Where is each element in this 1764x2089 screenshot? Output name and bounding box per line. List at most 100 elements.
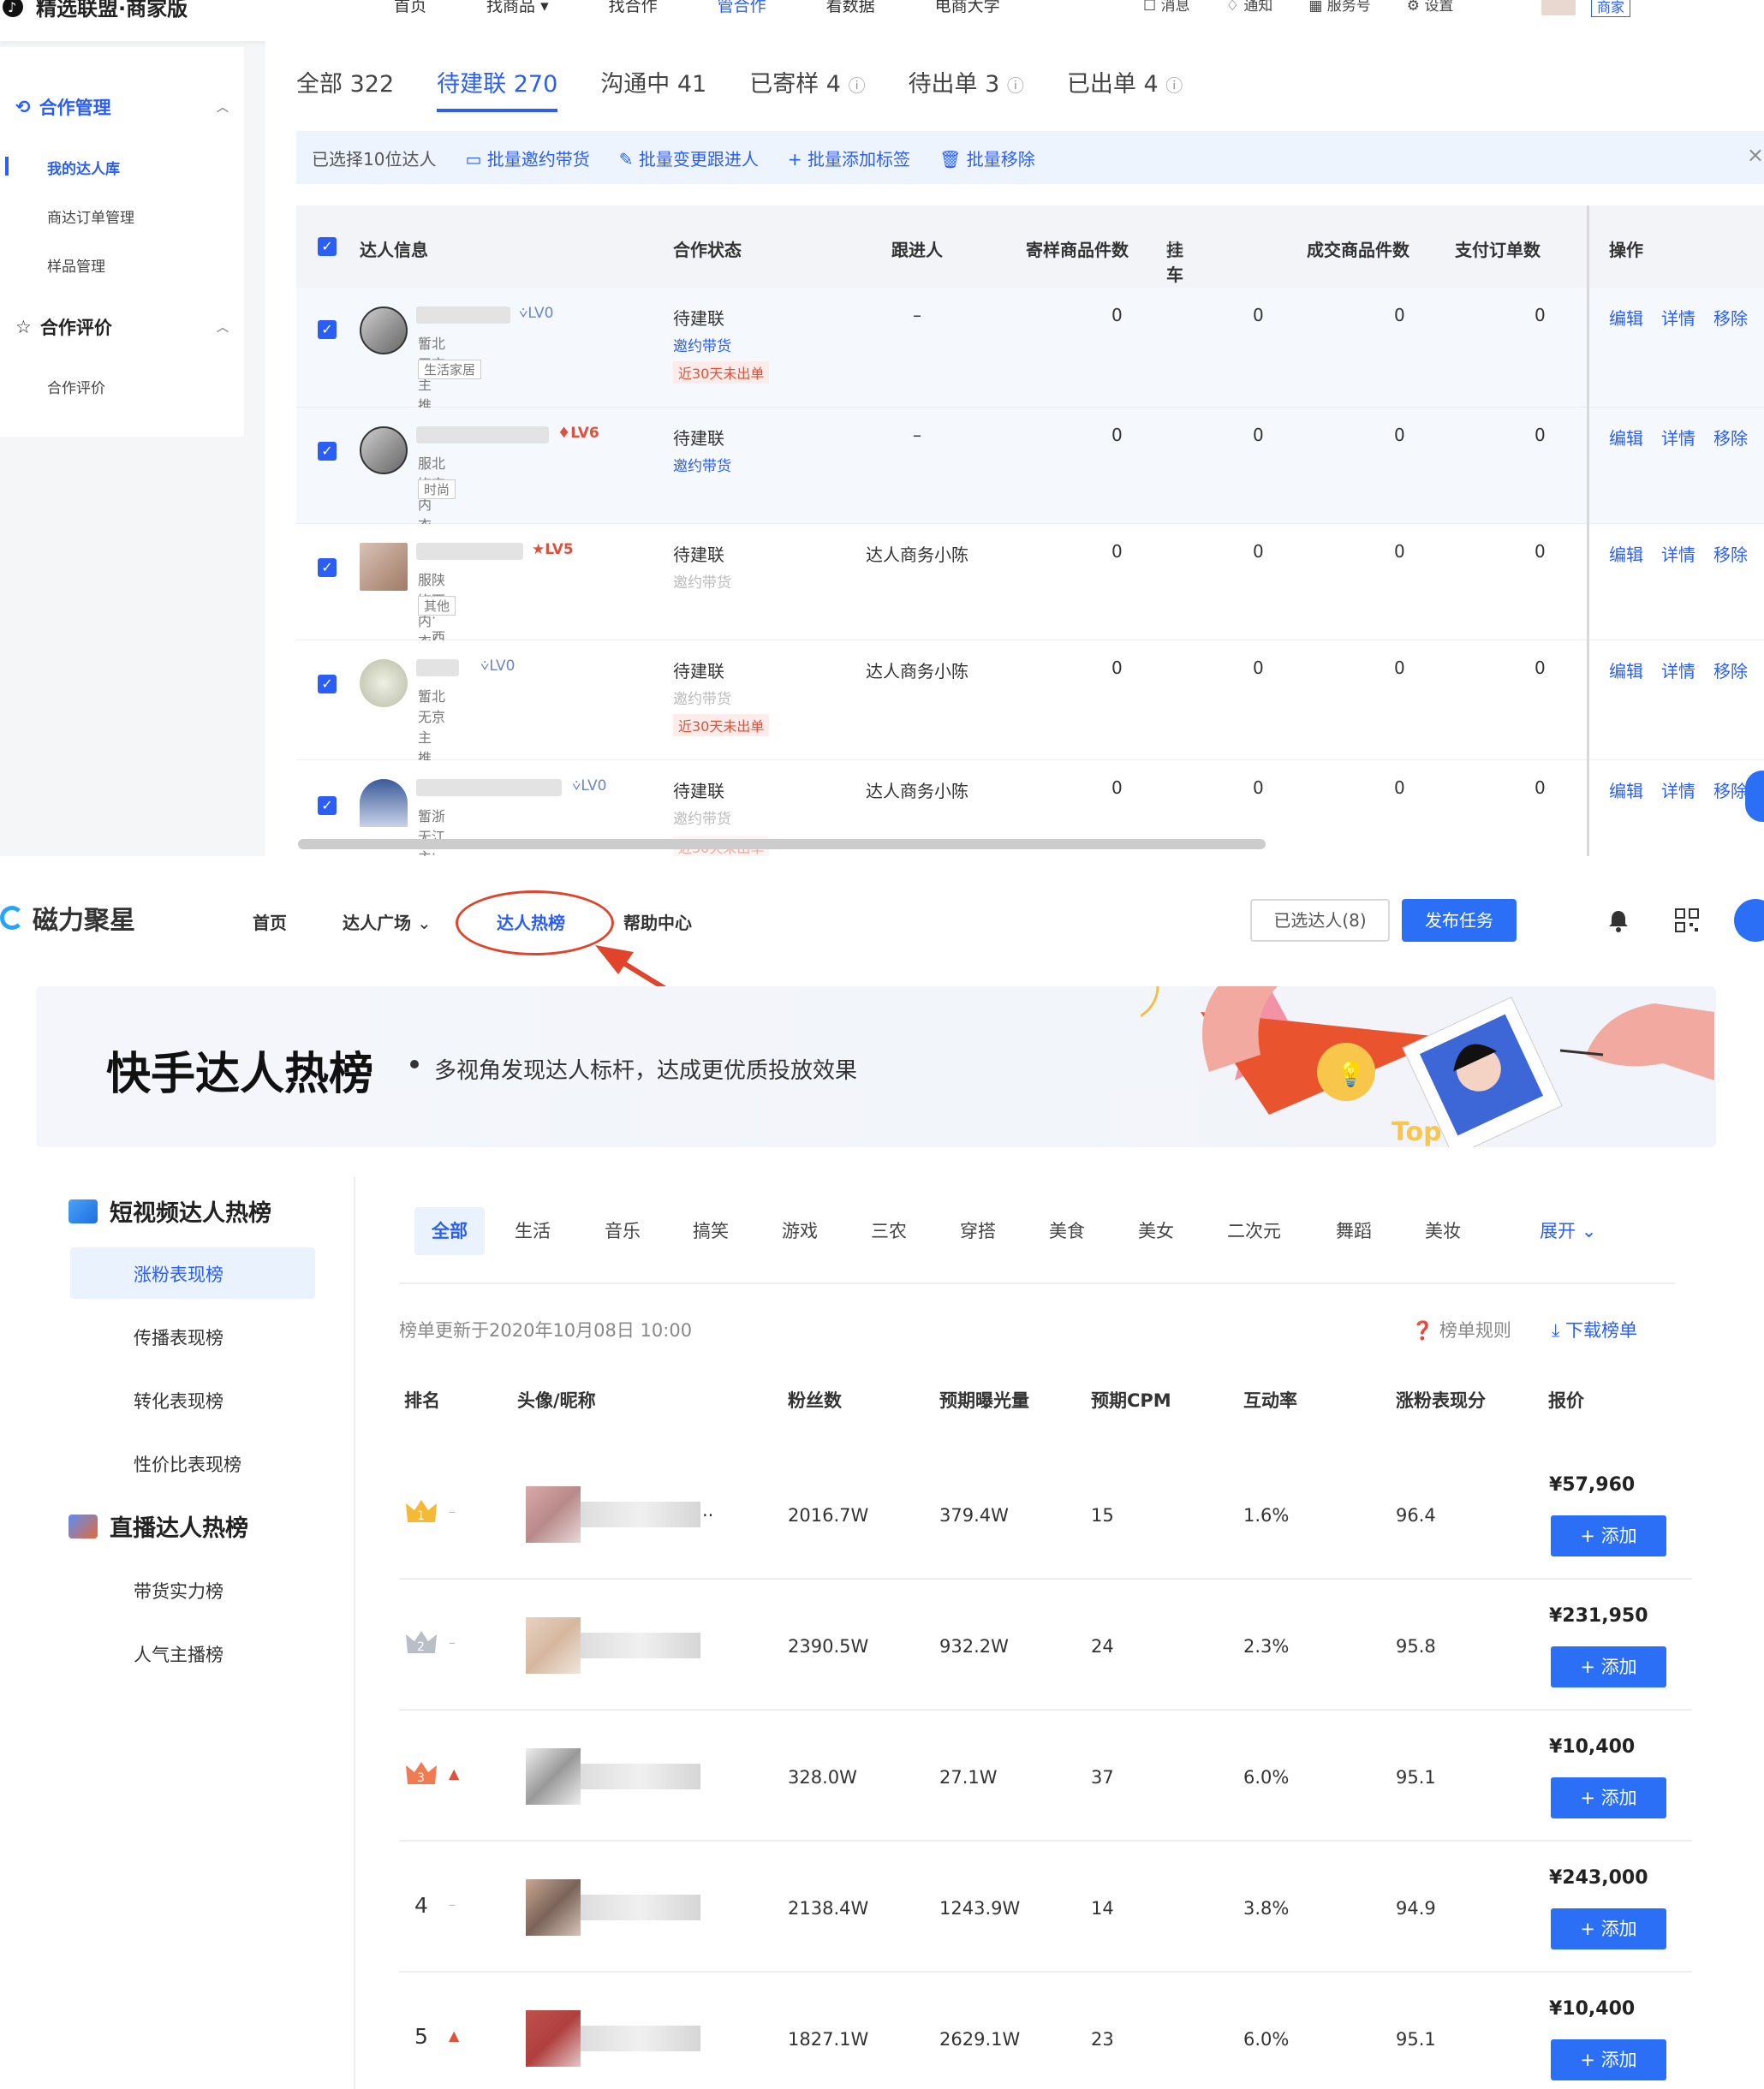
- tab-ordered[interactable]: 已出单 4 ⓘ: [1067, 65, 1183, 112]
- service-button[interactable]: ▦ 服务号: [1308, 0, 1370, 15]
- expand-categories[interactable]: 展开 ⌄: [1540, 1207, 1596, 1255]
- invite-link[interactable]: 邀约带货: [673, 687, 731, 708]
- add-creator-button[interactable]: + 添加: [1551, 1646, 1666, 1687]
- settings-button[interactable]: ⚙ 设置: [1407, 0, 1454, 15]
- nav-data[interactable]: 看数据: [826, 0, 875, 16]
- sidebar-item-review[interactable]: 合作评价: [47, 376, 105, 397]
- remove-button[interactable]: 移除: [1713, 541, 1748, 566]
- row-checkbox[interactable]: ✓: [318, 675, 337, 693]
- close-icon[interactable]: ×: [1747, 143, 1764, 167]
- category-all[interactable]: 全部: [414, 1207, 485, 1255]
- category-life[interactable]: 生活: [515, 1207, 551, 1255]
- invite-link[interactable]: 邀约带货: [673, 806, 731, 828]
- category-food[interactable]: 美食: [1049, 1207, 1085, 1255]
- detail-button[interactable]: 详情: [1661, 305, 1695, 330]
- tab-communicating[interactable]: 沟通中 41: [600, 65, 706, 112]
- bulk-change-owner-button[interactable]: ✎ 批量变更跟进人: [619, 146, 759, 170]
- remove-button[interactable]: 移除: [1713, 777, 1748, 802]
- edit-button[interactable]: 编辑: [1609, 305, 1643, 330]
- avatar[interactable]: [526, 1486, 581, 1543]
- invite-link[interactable]: 邀约带货: [673, 454, 731, 475]
- detail-button[interactable]: 详情: [1661, 541, 1695, 566]
- row-checkbox[interactable]: ✓: [318, 796, 337, 815]
- add-creator-button[interactable]: + 添加: [1551, 1515, 1666, 1556]
- add-creator-button[interactable]: + 添加: [1551, 1777, 1666, 1818]
- sidebar-item-orders[interactable]: 商达订单管理: [47, 205, 134, 227]
- edit-button[interactable]: 编辑: [1609, 541, 1643, 566]
- sidebar-group-coop-manage[interactable]: ⟲ 合作管理 ︿: [15, 94, 229, 120]
- avatar[interactable]: [360, 426, 408, 474]
- category-games[interactable]: 游戏: [782, 1207, 818, 1255]
- invite-link[interactable]: 邀约带货: [673, 334, 731, 355]
- edit-button[interactable]: 编辑: [1609, 777, 1643, 802]
- edit-button[interactable]: 编辑: [1609, 658, 1643, 682]
- category-makeup[interactable]: 美妆: [1425, 1207, 1461, 1255]
- bulk-invite-button[interactable]: ▭ 批量邀约带货: [465, 146, 589, 170]
- row-checkbox[interactable]: ✓: [318, 442, 337, 461]
- avatar[interactable]: [526, 1617, 581, 1674]
- remove-button[interactable]: 移除: [1713, 658, 1748, 682]
- sidebar-item-value[interactable]: 性价比表现榜: [134, 1451, 241, 1477]
- tab-sample-sent[interactable]: 已寄样 4 ⓘ: [749, 65, 865, 112]
- tab-all[interactable]: 全部 322: [296, 65, 394, 112]
- sidebar-item-conversion[interactable]: 转化表现榜: [134, 1388, 223, 1413]
- add-creator-button[interactable]: + 添加: [1551, 1908, 1666, 1949]
- detail-button[interactable]: 详情: [1661, 777, 1695, 802]
- qr-code-icon[interactable]: [1674, 908, 1700, 933]
- detail-button[interactable]: 详情: [1661, 425, 1695, 449]
- brand-logo[interactable]: ♪ 精选联盟·商家版: [0, 0, 188, 21]
- avatar[interactable]: [1734, 899, 1764, 942]
- floating-help-button[interactable]: [1745, 771, 1764, 822]
- sidebar-item-samples[interactable]: 样品管理: [47, 254, 105, 276]
- remove-button[interactable]: 移除: [1713, 425, 1748, 449]
- sidebar-item-popular-anchor[interactable]: 人气主播榜: [134, 1641, 223, 1667]
- messages-button[interactable]: ☐ 消息: [1143, 0, 1190, 15]
- sidebar-item-follower-growth[interactable]: 涨粉表现榜: [134, 1261, 223, 1287]
- sidebar-item-spread[interactable]: 传播表现榜: [134, 1324, 223, 1350]
- invite-link[interactable]: 邀约带货: [673, 570, 731, 592]
- edit-button[interactable]: 编辑: [1609, 425, 1643, 449]
- row-checkbox[interactable]: ✓: [318, 320, 337, 339]
- nav-home[interactable]: 首页: [394, 0, 426, 16]
- avatar[interactable]: [360, 307, 408, 354]
- nav-manage-cooperation[interactable]: 管合作: [718, 0, 766, 16]
- notifications-button[interactable]: ♢ 通知: [1226, 0, 1273, 15]
- avatar[interactable]: [1541, 0, 1576, 15]
- category-dance[interactable]: 舞蹈: [1336, 1207, 1372, 1255]
- select-all-checkbox[interactable]: ✓: [318, 237, 337, 256]
- category-music[interactable]: 音乐: [605, 1207, 641, 1255]
- nav-find-products[interactable]: 找商品 ▾: [486, 0, 549, 16]
- category-farming[interactable]: 三农: [871, 1207, 907, 1255]
- bulk-remove-button[interactable]: 🗑 批量移除: [939, 146, 1035, 170]
- avatar[interactable]: [526, 1748, 581, 1805]
- avatar[interactable]: [360, 543, 408, 591]
- category-funny[interactable]: 搞笑: [693, 1207, 729, 1255]
- bulk-add-tag-button[interactable]: + 批量添加标签: [788, 146, 910, 170]
- detail-button[interactable]: 详情: [1661, 658, 1695, 682]
- col-fans: 粉丝数: [788, 1390, 842, 1411]
- avatar[interactable]: [360, 659, 408, 707]
- avatar[interactable]: [360, 779, 408, 827]
- horizontal-scrollbar[interactable]: [298, 839, 1266, 849]
- sidebar-item-my-creators[interactable]: 我的达人库: [47, 157, 120, 178]
- category-anime[interactable]: 二次元: [1227, 1207, 1281, 1255]
- category-outfit[interactable]: 穿搭: [960, 1207, 996, 1255]
- sidebar-item-sales-power[interactable]: 带货实力榜: [134, 1578, 223, 1604]
- download-link[interactable]: ⤓ 下载榜单: [1552, 1317, 1637, 1342]
- row-checkbox[interactable]: ✓: [318, 558, 337, 577]
- remove-button[interactable]: 移除: [1713, 305, 1748, 330]
- avatar[interactable]: [526, 2010, 581, 2067]
- add-creator-button[interactable]: + 添加: [1551, 2039, 1666, 2080]
- tab-pending-contact[interactable]: 待建联 270: [437, 65, 557, 112]
- nav-find-cooperation[interactable]: 找合作: [609, 0, 658, 16]
- col-creator: 达人信息: [360, 240, 428, 260]
- tab-pending-order[interactable]: 待出单 3 ⓘ: [909, 65, 1024, 112]
- rules-link[interactable]: ❓ 榜单规则: [1411, 1317, 1511, 1342]
- nav-university[interactable]: 电商大学: [935, 0, 1000, 16]
- selected-creators-button[interactable]: 已选达人(8): [1250, 899, 1390, 942]
- bell-icon[interactable]: [1606, 908, 1631, 933]
- category-beauty-girl[interactable]: 美女: [1138, 1207, 1174, 1255]
- publish-task-button[interactable]: 发布任务: [1402, 899, 1517, 942]
- avatar[interactable]: [526, 1879, 581, 1936]
- sidebar-group-coop-review[interactable]: ☆ 合作评价 ︿: [15, 314, 229, 340]
